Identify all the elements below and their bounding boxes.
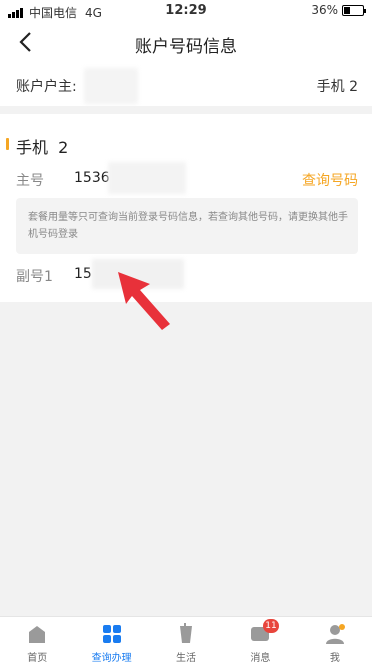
battery-info: 36% bbox=[311, 3, 366, 17]
tab-query[interactable]: 查询办理 bbox=[74, 617, 148, 666]
red-arrow-annotation bbox=[118, 272, 170, 330]
main-number-label: 主号 bbox=[16, 173, 44, 189]
notice-box: 套餐用量等只可查询当前登录号码信息，若查询其他号码，请更换其他手机号码登录 bbox=[16, 198, 358, 254]
tab-messages[interactable]: 11 消息 bbox=[223, 617, 297, 666]
card-title: 手机 2 bbox=[16, 138, 69, 157]
owner-phone-count: 手机 2 bbox=[316, 79, 358, 95]
nav-bar: 账户号码信息 bbox=[0, 22, 372, 64]
tab-bar: 首页 查询办理 生活 11 消息 我 bbox=[0, 616, 372, 666]
owner-label: 账户户主: bbox=[16, 79, 77, 95]
battery-percent: 36% bbox=[311, 3, 338, 17]
battery-icon bbox=[342, 4, 366, 16]
owner-name-redacted bbox=[84, 68, 138, 104]
status-bar: 中国电信 4G 12:29 36% bbox=[0, 0, 372, 22]
tab-life[interactable]: 生活 bbox=[149, 617, 223, 666]
grid-icon bbox=[102, 625, 121, 643]
tab-home[interactable]: 首页 bbox=[0, 617, 74, 666]
tab-label: 查询办理 bbox=[91, 653, 132, 664]
account-owner-row: 账户户主: 手机 2 bbox=[0, 64, 372, 106]
home-icon bbox=[29, 626, 46, 643]
unread-badge: 11 bbox=[263, 619, 279, 633]
sub-number-value[interactable]: 15 bbox=[74, 266, 92, 282]
tab-label: 生活 bbox=[176, 653, 197, 664]
tab-label: 消息 bbox=[250, 653, 271, 664]
main-number-value: 1536 bbox=[74, 170, 110, 186]
query-number-link[interactable]: 查询号码 bbox=[302, 170, 358, 190]
main-number-redacted bbox=[108, 162, 186, 194]
cup-icon bbox=[180, 623, 193, 643]
section-accent bbox=[6, 138, 9, 150]
sub-number-label: 副号1 bbox=[16, 269, 53, 285]
tab-me[interactable]: 我 bbox=[298, 617, 372, 666]
tab-label: 我 bbox=[329, 653, 340, 664]
page-title: 账户号码信息 bbox=[135, 37, 237, 57]
tab-label: 首页 bbox=[27, 653, 48, 664]
user-icon bbox=[325, 624, 345, 644]
